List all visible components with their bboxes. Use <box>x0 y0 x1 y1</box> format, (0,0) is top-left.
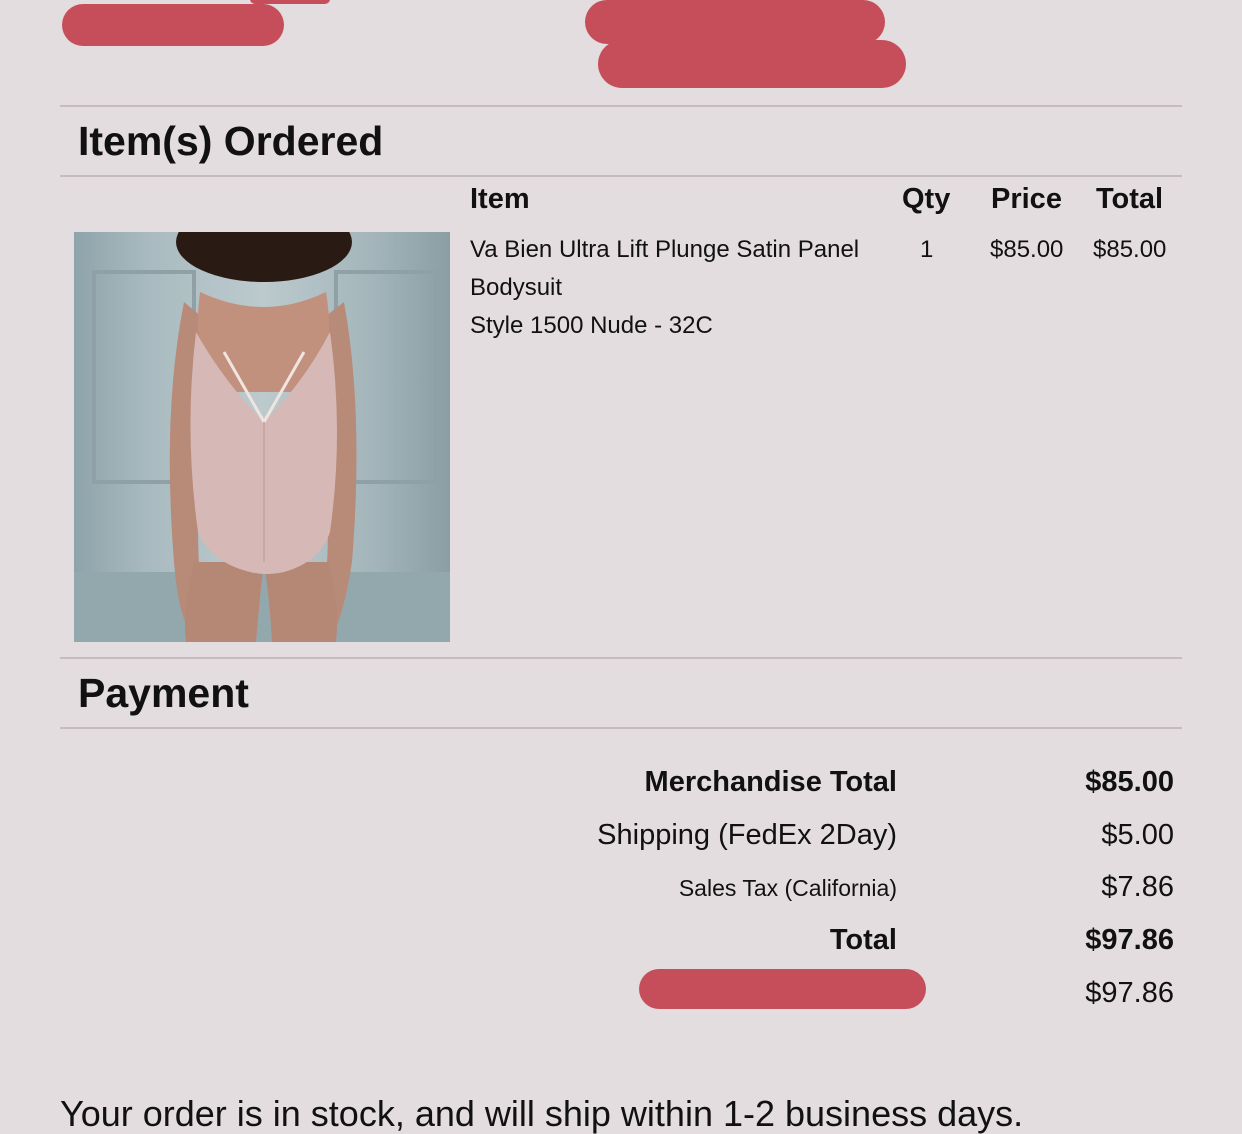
sales-tax-value: $7.86 <box>1101 871 1174 903</box>
item-name-line2: Bodysuit <box>470 274 563 301</box>
left-leg-shape <box>185 562 264 642</box>
sales-tax-label: Sales Tax (California) <box>678 875 897 901</box>
merchandise-total-value: $85.00 <box>1085 766 1174 798</box>
door-bottom <box>74 572 450 642</box>
shipping-label: Shipping (FedEx 2Day) <box>597 819 897 851</box>
column-header-total: Total <box>1096 183 1164 215</box>
column-header-qty: Qty <box>902 183 951 215</box>
product-photo-illustration <box>74 232 450 642</box>
payment-section-title: Payment <box>78 670 249 716</box>
redaction-mark-payment-method <box>639 969 926 1009</box>
redaction-mark-top-center <box>585 0 885 44</box>
item-price: $85.00 <box>990 236 1064 263</box>
order-total-label: Total <box>829 924 897 956</box>
items-header-divider <box>60 175 1182 177</box>
shipping-status-note: Your order is in stock, and will ship wi… <box>60 1093 1024 1134</box>
hair-shape <box>176 232 352 282</box>
order-total-value: $97.86 <box>1085 924 1174 956</box>
shipping-value: $5.00 <box>1101 819 1174 851</box>
items-section-title: Item(s) Ordered <box>78 118 384 164</box>
item-total: $85.00 <box>1093 236 1167 263</box>
redaction-mark-top-left-tail <box>250 0 330 4</box>
redaction-mark-top-left <box>62 4 284 46</box>
merchandise-total-label: Merchandise Total <box>644 766 897 798</box>
redaction-mark-top-center-lower <box>598 40 906 88</box>
item-name-line1: Va Bien Ultra Lift Plunge Satin Panel <box>470 236 860 263</box>
column-header-item: Item <box>470 183 530 215</box>
payment-header-divider <box>60 727 1182 729</box>
item-qty: 1 <box>920 236 934 263</box>
column-header-price: Price <box>991 183 1062 215</box>
items-top-divider <box>60 105 1182 107</box>
payment-top-divider <box>60 657 1182 659</box>
product-image[interactable] <box>74 232 450 642</box>
right-leg-shape <box>264 562 337 642</box>
payment-amount-value: $97.86 <box>1085 977 1174 1009</box>
item-style: Style 1500 Nude - 32C <box>470 312 713 339</box>
